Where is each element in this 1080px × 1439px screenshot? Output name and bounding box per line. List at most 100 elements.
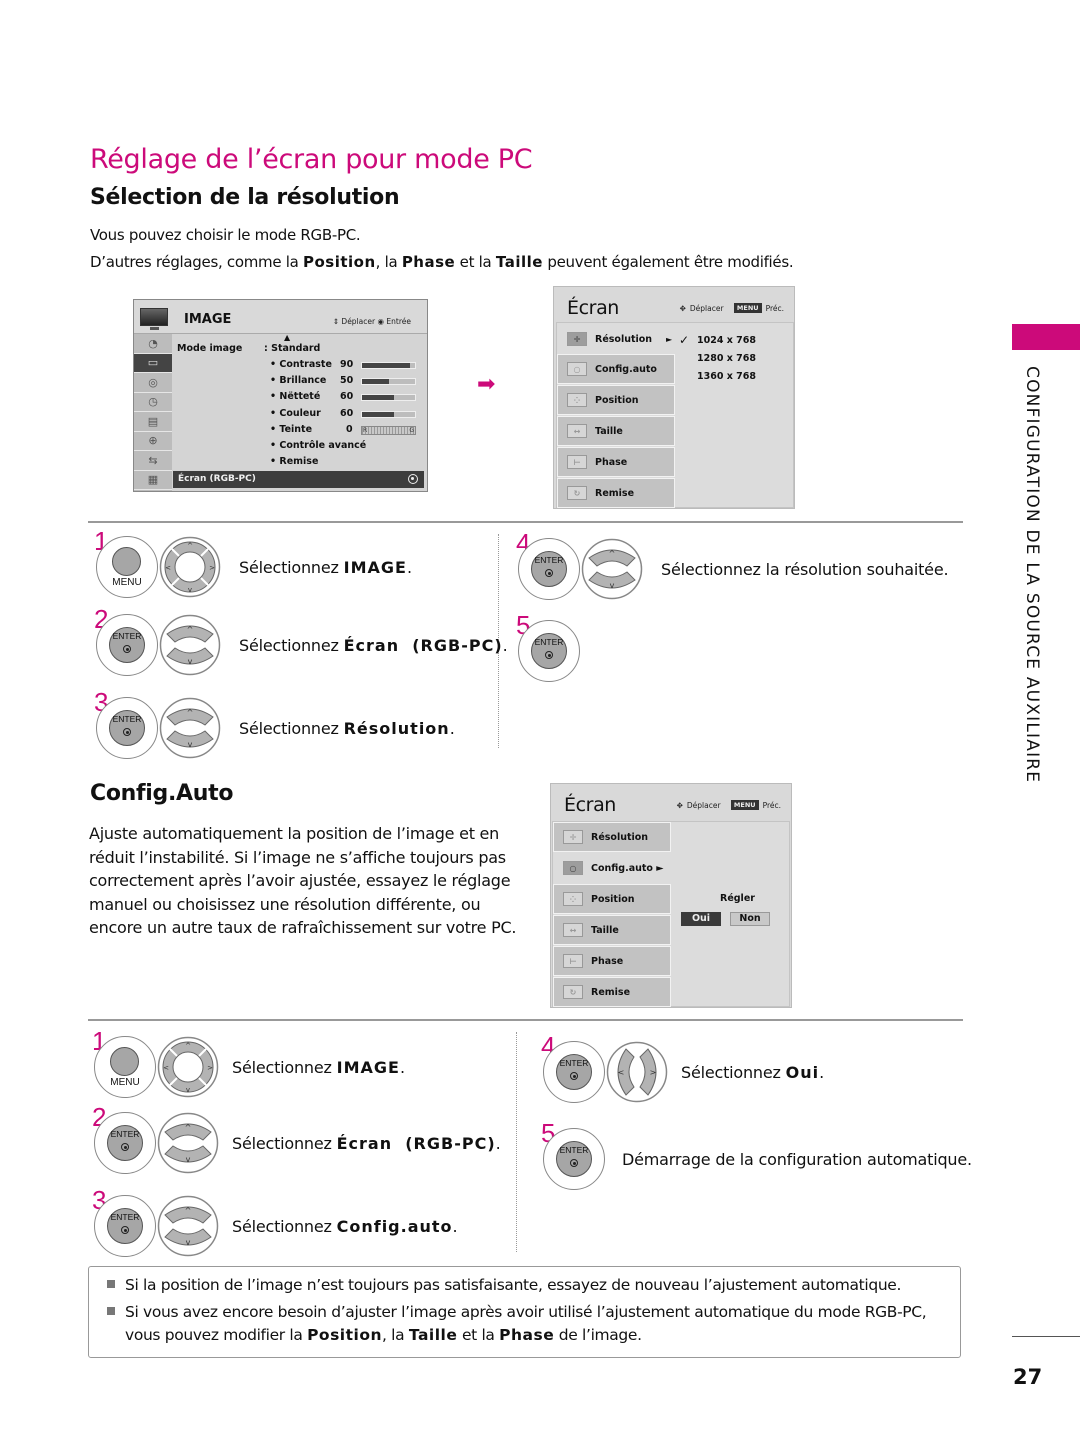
enter-button[interactable]: ENTER: [518, 538, 580, 600]
bar-fill: [362, 395, 394, 400]
screen-rgbpc-item[interactable]: Écran (RGB-PC): [173, 471, 424, 488]
svg-text:>: >: [650, 1068, 657, 1077]
contrast-bar[interactable]: [361, 362, 416, 369]
tint-slider[interactable]: RG: [361, 426, 416, 435]
enter-button[interactable]: ENTER: [543, 1128, 605, 1190]
navigation-pad[interactable]: ^ v: [157, 1195, 219, 1257]
footer-label: Écran (RGB-PC): [178, 474, 256, 484]
navigation-pad[interactable]: ^ v: [581, 538, 643, 600]
reset-icon: ↻: [567, 486, 587, 500]
text: , la: [382, 1326, 409, 1344]
text: et la: [457, 1326, 500, 1344]
sharpness-bar[interactable]: [361, 394, 416, 401]
button-caption: MENU: [112, 577, 142, 588]
enter-button[interactable]: ENTER: [543, 1041, 605, 1103]
enter-dot-icon: [123, 728, 131, 736]
menu-button[interactable]: MENU: [96, 536, 158, 598]
menu-item-position[interactable]: ⁘ Position: [557, 385, 675, 415]
instruction-end: .: [452, 1217, 458, 1236]
item-label: Position: [591, 893, 635, 905]
menu-item-size[interactable]: ↔ Taille: [557, 416, 675, 446]
resolution-option[interactable]: 1280 x 768: [697, 353, 756, 364]
navigation-pad[interactable]: < >: [606, 1041, 668, 1103]
instruction-keyword: Oui: [785, 1063, 820, 1082]
svg-text:v: v: [186, 1155, 191, 1164]
instruction-end: .: [819, 1063, 824, 1082]
bullet-icon: [107, 1307, 115, 1315]
osd-title: Écran: [564, 794, 616, 816]
notes-box: Si la position de l’image n’est toujours…: [88, 1266, 961, 1358]
menu-item-config-auto[interactable]: ○ Config.auto: [557, 354, 675, 384]
phase-icon: ⊢: [567, 455, 587, 469]
position-term: Position: [302, 253, 376, 271]
item-label: Phase: [591, 955, 624, 967]
navigation-pad[interactable]: ^ v < >: [157, 1036, 219, 1098]
enter-button[interactable]: ENTER: [94, 1112, 156, 1174]
enter-dot-icon: [123, 645, 131, 653]
instruction-text: Sélectionnez la résolution souhaitée.: [661, 560, 949, 579]
clock-icon[interactable]: ◷: [134, 393, 172, 412]
instruction-text: Sélectionnez: [239, 558, 344, 577]
menu-item-reset[interactable]: ↻ Remise: [553, 977, 671, 1007]
color-bar[interactable]: [361, 411, 416, 418]
brightness-bar[interactable]: [361, 378, 416, 385]
bullet-icon: [107, 1280, 115, 1288]
resolution-option[interactable]: 1360 x 768: [697, 371, 756, 382]
item-label: Taille: [591, 924, 619, 936]
resolution-option[interactable]: 1024 x 768: [697, 335, 756, 346]
instruction-end: .: [449, 719, 455, 738]
usb-icon[interactable]: ▦: [134, 471, 172, 490]
audio-icon[interactable]: ◎: [134, 373, 172, 393]
menu-item-reset[interactable]: ↻ Remise: [557, 478, 675, 508]
menu-item-position[interactable]: ⁘ Position: [553, 884, 671, 914]
enter-button[interactable]: ENTER: [94, 1195, 156, 1257]
autoconfig-icon: ○: [563, 861, 583, 875]
menu-item-phase[interactable]: ⊢ Phase: [557, 447, 675, 477]
enter-dot-icon: [121, 1143, 129, 1151]
enter-dot-icon: [545, 569, 553, 577]
step-instruction: Sélectionnez la résolution souhaitée.: [661, 560, 949, 579]
lock-icon[interactable]: ⊕: [134, 432, 172, 451]
position-icon: ⁘: [563, 892, 583, 906]
no-button[interactable]: Non: [730, 912, 770, 926]
enter-button[interactable]: ENTER: [518, 620, 580, 682]
reset-item[interactable]: • Remise: [270, 456, 318, 467]
menu-item-size[interactable]: ↔ Taille: [553, 915, 671, 945]
yes-button[interactable]: Oui: [681, 912, 721, 926]
option-icon[interactable]: ▤: [134, 412, 172, 432]
osd-title: Écran: [567, 297, 619, 319]
menu-item-phase[interactable]: ⊢ Phase: [553, 946, 671, 976]
menu-item-resolution[interactable]: ✛ Résolution: [553, 822, 671, 852]
config-description: Ajuste automatiquement la position de l’…: [89, 824, 517, 937]
mode-value: : Standard: [264, 343, 321, 354]
osd-hint: ⇕ Déplacer ◉ Entrée: [333, 317, 411, 326]
page-title: Réglage de l’écran pour mode PC: [90, 144, 533, 175]
setting-label: • Teinte: [270, 424, 313, 435]
navigation-pad[interactable]: ^ v: [157, 1112, 219, 1174]
satellite-icon[interactable]: ◔: [134, 334, 172, 354]
menu-item-config-auto[interactable]: ○ Config.auto ►: [553, 853, 671, 883]
enter-dot-icon: [121, 1226, 129, 1234]
picture-icon[interactable]: ▭: [134, 353, 172, 373]
text: et la: [455, 253, 496, 271]
svg-text:<: <: [165, 564, 171, 572]
scroll-up-icon: ▲: [284, 333, 291, 342]
instruction-end: .: [399, 1058, 405, 1077]
instruction-keyword: Résolution: [343, 719, 450, 738]
resolution-icon: ✛: [563, 830, 583, 844]
enter-button[interactable]: ENTER: [96, 697, 158, 759]
item-label: Phase: [595, 456, 628, 468]
item-label: Résolution: [591, 831, 649, 843]
navigation-pad[interactable]: ^ v: [159, 614, 221, 676]
navigation-pad[interactable]: ^ v: [159, 697, 221, 759]
enter-button[interactable]: ENTER: [96, 614, 158, 676]
menu-item-resolution[interactable]: ✛ Résolution ►: [557, 324, 675, 354]
setting-label: • Nëtteté: [270, 391, 321, 402]
advanced-control-item[interactable]: • Contrôle avancé: [270, 440, 366, 451]
menu-button[interactable]: MENU: [94, 1036, 156, 1098]
navigation-pad[interactable]: ^ v < >: [159, 536, 221, 598]
instruction-end: .: [502, 636, 508, 655]
setting-value: 60: [340, 408, 354, 419]
input-icon[interactable]: ⇆: [134, 451, 172, 471]
button-caption: ENTER: [559, 1058, 589, 1068]
